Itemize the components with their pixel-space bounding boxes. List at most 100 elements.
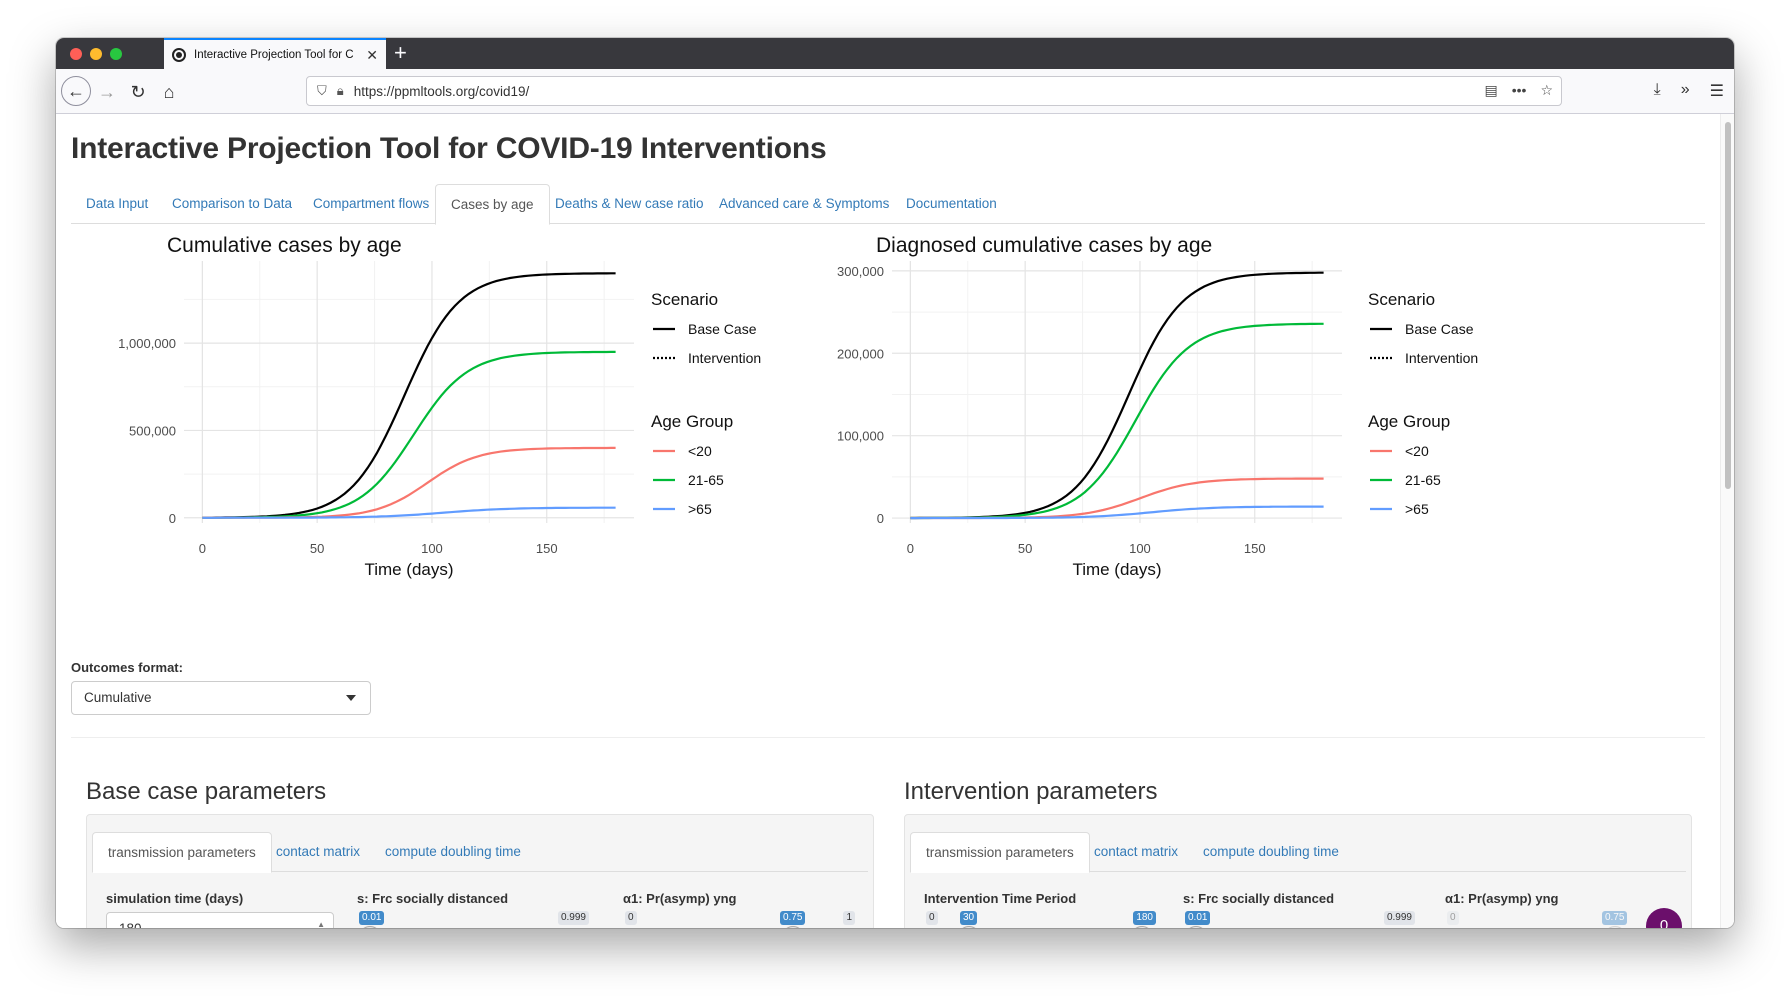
slider-to-handle[interactable] (1131, 926, 1153, 928)
tab-documentation[interactable]: Documentation (891, 184, 1012, 224)
shield-icon[interactable]: ⛉ (317, 83, 327, 99)
legend-label: 21-65 (688, 472, 724, 488)
address-bar[interactable]: ⛉ 🔒︎ https://ppmltools.org/covid19/ ▤ ••… (306, 76, 1562, 106)
main-tabs: Data Input Comparison to Data Compartmen… (71, 184, 1705, 225)
slider-handle[interactable] (1604, 926, 1626, 928)
spinner-icon[interactable]: ▲▼ (317, 921, 325, 929)
browser-tab[interactable]: Interactive Projection Tool for C ✕ (164, 38, 386, 69)
legend-label: Base Case (1405, 321, 1474, 337)
slider-handle[interactable] (782, 926, 804, 928)
y-tick-label: 0 (169, 511, 176, 526)
minimize-window-button[interactable] (90, 48, 102, 60)
slider-to-value: 180 (1133, 911, 1156, 925)
legend-title: Age Group (651, 412, 733, 431)
url-text[interactable]: https://ppmltools.org/covid19/ (354, 84, 530, 99)
slider-min: 0 (926, 911, 938, 925)
base-case-tabs: transmission parameters contact matrix c… (92, 832, 868, 873)
series-line (202, 350, 616, 519)
y-tick-label: 500,000 (129, 423, 176, 438)
y-tick-label: 300,000 (837, 264, 884, 279)
title-bar: Interactive Projection Tool for C ✕ + (56, 38, 1734, 69)
base-case-panel: transmission parameters contact matrix c… (86, 814, 874, 928)
legend-label: >65 (688, 501, 712, 517)
x-tick-label: 150 (1244, 541, 1266, 556)
tab-contact-matrix[interactable]: contact matrix (261, 832, 375, 872)
slider-handle[interactable] (1185, 926, 1207, 928)
series-line (910, 477, 1324, 520)
tab-data-input[interactable]: Data Input (71, 184, 163, 224)
back-icon[interactable]: ← (61, 76, 91, 106)
tab-compute-doubling-time[interactable]: compute doubling time (1188, 832, 1354, 872)
page-title: Interactive Projection Tool for COVID-19… (71, 132, 827, 165)
tab-deaths-new-case-ratio[interactable]: Deaths & New case ratio (540, 184, 719, 224)
simulation-time-input[interactable]: 180 ▲▼ (106, 912, 334, 928)
intervention-period-slider[interactable]: 0 30 180 (926, 911, 1156, 928)
intervention-s-slider[interactable]: 0.01 0.999 (1185, 911, 1415, 928)
close-tab-icon[interactable]: ✕ (366, 48, 378, 62)
new-tab-icon[interactable]: + (394, 40, 407, 66)
charts-area: Cumulative cases by age 0 50 100 150 0 500,000… (118, 234, 1478, 579)
reload-icon[interactable]: ↻ (124, 78, 152, 106)
slider-from-value: 30 (960, 911, 978, 925)
y-tick-label: 0 (877, 511, 884, 526)
chart-title: Diagnosed cumulative cases by age (876, 234, 1212, 257)
forward-icon[interactable]: → (93, 78, 121, 106)
slider-max: 0.999 (1383, 911, 1415, 925)
legend-title: Scenario (651, 290, 718, 309)
bookmark-star-icon[interactable]: ☆ (1540, 82, 1553, 99)
browser-window: Interactive Projection Tool for C ✕ + ← … (56, 38, 1734, 928)
page-actions-icon[interactable]: ••• (1512, 82, 1527, 99)
chart-title: Cumulative cases by age (167, 234, 402, 257)
tab-compute-doubling-time[interactable]: compute doubling time (370, 832, 536, 872)
y-tick-label: 200,000 (837, 346, 884, 361)
base-s-slider[interactable]: 0.01 0.999 (359, 911, 589, 928)
tab-transmission-parameters[interactable]: transmission parameters (92, 832, 272, 873)
legend-title: Age Group (1368, 412, 1450, 431)
tab-cases-by-age[interactable]: Cases by age (435, 184, 550, 225)
scrollbar[interactable] (1720, 114, 1734, 928)
base-a1-slider-label: α1: Pr(asymp) yng (623, 891, 737, 906)
close-window-button[interactable] (70, 48, 82, 60)
tab-advanced-care-symptoms[interactable]: Advanced care & Symptoms (704, 184, 904, 224)
legend-label: <20 (1405, 443, 1429, 459)
download-icon[interactable]: ⤓ (1654, 81, 1661, 101)
x-tick-label: 0 (199, 541, 206, 556)
home-icon[interactable]: ⌂ (155, 78, 183, 106)
series-line (202, 272, 616, 519)
maximize-window-button[interactable] (110, 48, 122, 60)
scrollbar-thumb[interactable] (1725, 122, 1731, 489)
x-tick-label: 100 (421, 541, 443, 556)
legend-label: Intervention (688, 350, 761, 366)
y-tick-label: 1,000,000 (118, 336, 176, 351)
simulation-time-value: 180 (119, 921, 142, 928)
favicon-icon (172, 47, 186, 62)
browser-tab-title: Interactive Projection Tool for C (194, 48, 354, 61)
reader-view-icon[interactable]: ▤ (1484, 82, 1497, 99)
lock-icon[interactable]: 🔒︎ (337, 83, 344, 99)
tab-compartment-flows[interactable]: Compartment flows (298, 184, 444, 224)
overflow-chevron-icon[interactable]: » (1681, 81, 1690, 101)
intervention-period-label: Intervention Time Period (924, 891, 1077, 906)
menu-icon[interactable]: ☰ (1710, 81, 1724, 101)
slider-value: 0.01 (1185, 911, 1211, 925)
x-tick-label: 50 (310, 541, 324, 556)
outcomes-format-select[interactable]: Cumulative (71, 681, 371, 715)
tab-comparison-to-data[interactable]: Comparison to Data (157, 184, 307, 224)
slider-from-handle[interactable] (958, 926, 980, 928)
outcomes-format-value: Cumulative (84, 690, 152, 705)
base-a1-slider[interactable]: 0 0.75 1 (625, 911, 855, 928)
tab-contact-matrix[interactable]: contact matrix (1079, 832, 1193, 872)
intervention-panel: transmission parameters contact matrix c… (904, 814, 1692, 928)
slider-min: 0 (1447, 911, 1459, 925)
simulation-time-label: simulation time (days) (106, 891, 244, 906)
x-tick-label: 150 (536, 541, 558, 556)
legend-label: Base Case (688, 321, 757, 337)
series-line (910, 271, 1324, 520)
tab-transmission-parameters[interactable]: transmission parameters (910, 832, 1090, 873)
legend-label: Intervention (1405, 350, 1478, 366)
slider-handle[interactable] (359, 926, 381, 928)
slider-value: 0.75 (780, 911, 806, 925)
intervention-a1-slider[interactable]: 0 0.75 1 (1447, 911, 1677, 928)
slider-max: 0.999 (557, 911, 589, 925)
divider (71, 737, 1705, 738)
